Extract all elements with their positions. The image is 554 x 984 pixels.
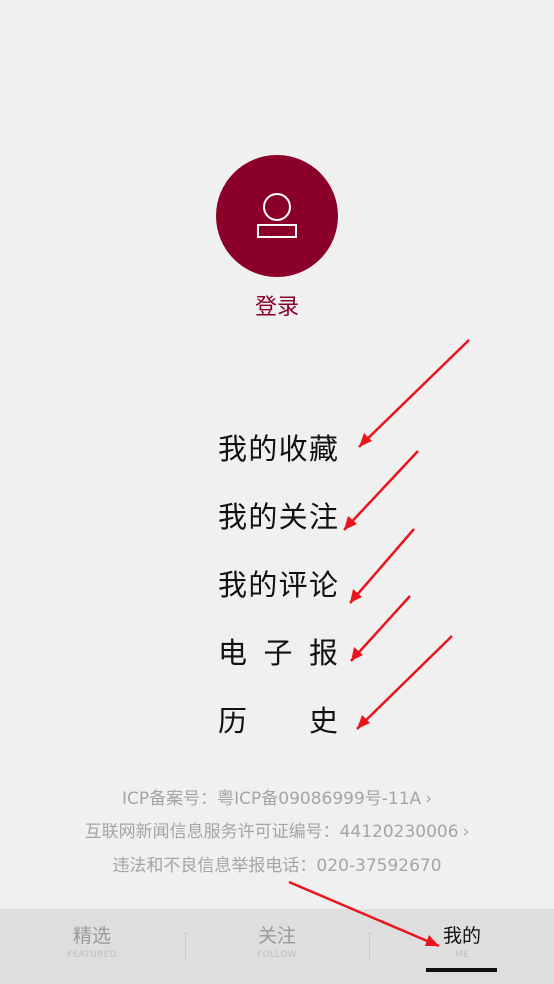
- menu-item-following[interactable]: 我的关注: [218, 497, 338, 537]
- icp-record-text: ICP备案号：粤ICP备09086999号-11A: [121, 789, 422, 809]
- login-link[interactable]: 登录: [0, 293, 554, 323]
- active-tab-indicator: [426, 968, 497, 972]
- menu-item-e-newspaper[interactable]: 电子报: [218, 633, 338, 673]
- tab-sublabel: FOLLOW: [257, 950, 297, 960]
- tab-follow[interactable]: 关注 FOLLOW: [185, 909, 369, 984]
- avatar[interactable]: [216, 155, 338, 277]
- report-hotline-text: 违法和不良信息举报电话：020-37592670: [112, 856, 442, 876]
- arrow-history: [356, 635, 453, 730]
- bottom-tab-bar: 精选 FEATURED 关注 FOLLOW 我的 ME: [0, 909, 554, 984]
- tab-label: 我的: [442, 925, 481, 947]
- tab-sublabel: FEATURED: [67, 950, 117, 960]
- arrow-following: [343, 450, 419, 531]
- tab-featured[interactable]: 精选 FEATURED: [0, 909, 184, 984]
- arrow-e-newspaper: [350, 595, 411, 662]
- menu-item-label: 历史: [218, 704, 338, 738]
- arrow-comments: [349, 528, 415, 604]
- tab-label: 关注: [257, 925, 296, 947]
- user-icon: [257, 193, 297, 238]
- tab-sublabel: ME: [454, 950, 470, 960]
- menu-item-label: 我的关注: [218, 500, 338, 534]
- chevron-right-icon: ›: [462, 822, 470, 842]
- menu-item-label: 我的评论: [218, 568, 338, 602]
- tab-me[interactable]: 我的 ME: [370, 909, 554, 984]
- menu-item-history[interactable]: 历史: [218, 701, 338, 741]
- menu-item-comments[interactable]: 我的评论: [218, 565, 338, 605]
- menu-item-favorites[interactable]: 我的收藏: [218, 429, 338, 469]
- tab-label: 精选: [72, 925, 111, 947]
- menu-item-label: 电子报: [218, 636, 338, 670]
- report-hotline: 违法和不良信息举报电话：020-37592670: [0, 854, 554, 878]
- icp-record-link[interactable]: ICP备案号：粤ICP备09086999号-11A ›: [0, 787, 554, 811]
- news-license-link[interactable]: 互联网新闻信息服务许可证编号：44120230006 ›: [0, 820, 554, 844]
- menu-item-label: 我的收藏: [218, 432, 338, 466]
- chevron-right-icon: ›: [425, 789, 432, 809]
- arrow-favorites: [358, 339, 470, 448]
- news-license-text: 互联网新闻信息服务许可证编号：44120230006: [84, 822, 459, 842]
